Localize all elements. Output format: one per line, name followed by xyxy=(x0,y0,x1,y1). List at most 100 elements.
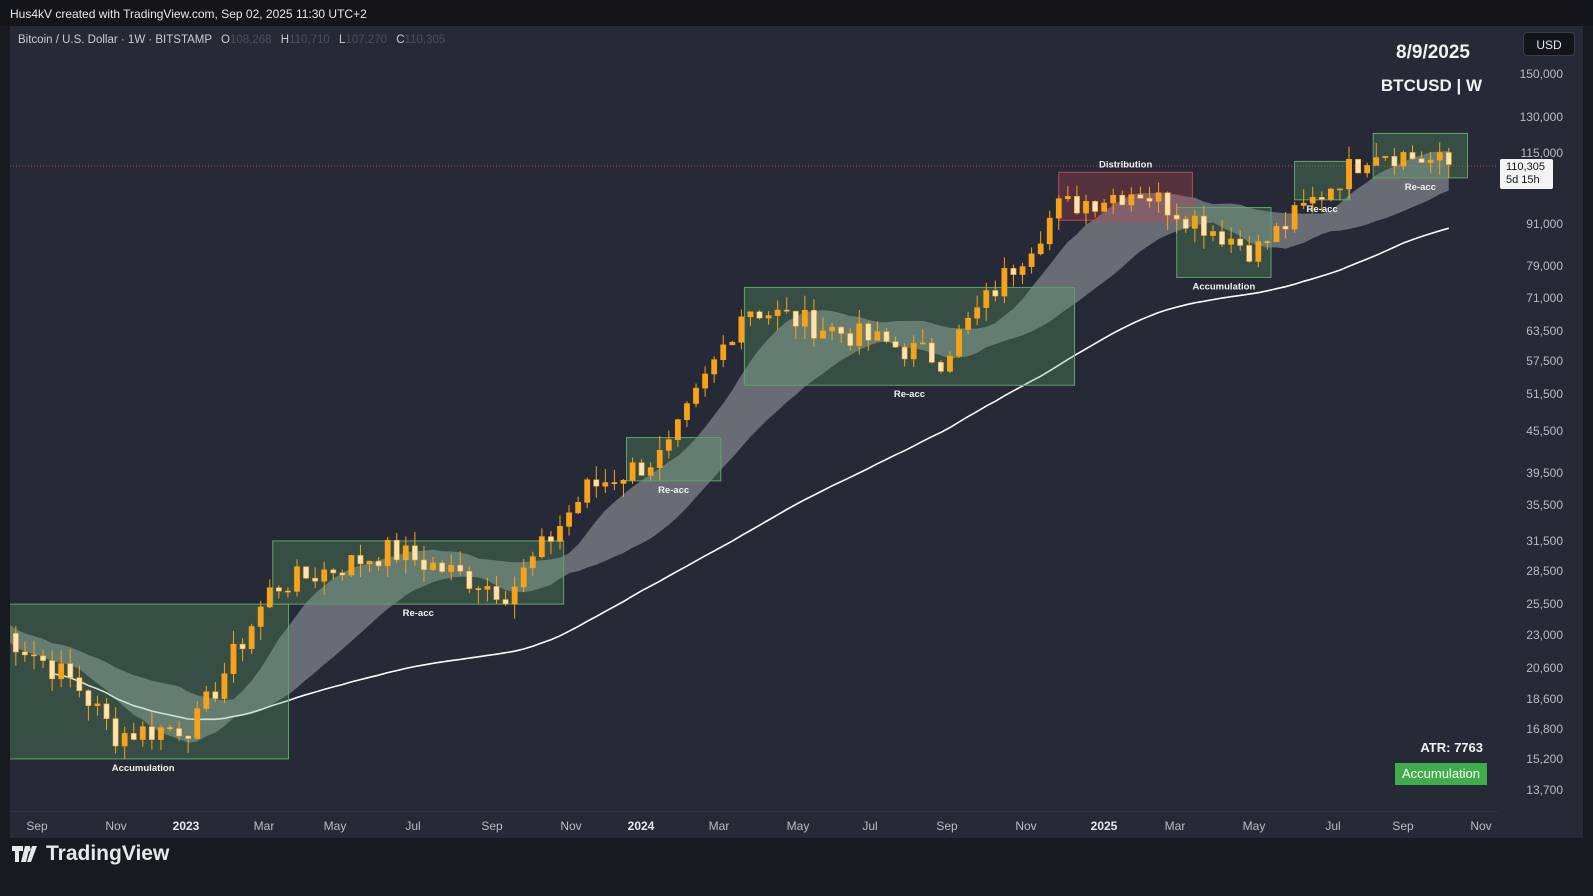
candle-body xyxy=(1391,156,1398,167)
candle-body xyxy=(375,560,382,567)
candle-body xyxy=(647,467,654,476)
candle-body xyxy=(357,555,364,565)
candle-body xyxy=(167,727,173,729)
chart-panel[interactable]: Accumulation Re-acc Re-acc Re-acc Distributi… xyxy=(10,26,1583,838)
candle-body xyxy=(865,323,872,341)
candle-body xyxy=(22,651,28,656)
candle-body xyxy=(575,502,582,514)
candle-body xyxy=(1309,196,1316,204)
candle-body xyxy=(1355,159,1361,174)
candle-body xyxy=(1318,196,1325,200)
symbol-legend[interactable]: Bitcoin / U.S. Dollar · 1W · BITSTAMP O1… xyxy=(18,34,445,46)
candle-body xyxy=(466,570,473,589)
symbol-name[interactable]: Bitcoin / U.S. Dollar · 1W · BITSTAMP xyxy=(18,34,212,46)
pair-annotation: BTCUSD | W xyxy=(1380,76,1482,95)
time-tick-label: 2023 xyxy=(172,819,200,833)
candle-body xyxy=(421,559,427,570)
price-tick-label: 20,600 xyxy=(1526,660,1563,675)
candle-body xyxy=(928,342,935,363)
range-zone xyxy=(743,286,1076,386)
brand-logo[interactable]: TradingView xyxy=(12,842,169,866)
candle-body xyxy=(402,545,409,561)
candle-body xyxy=(31,654,37,657)
candle-body xyxy=(1064,196,1071,200)
brand-name: TradingView xyxy=(46,842,170,865)
candle-body xyxy=(40,655,46,661)
candle-body xyxy=(856,323,863,346)
time-tick-label: Mar xyxy=(1164,819,1186,833)
candle-body xyxy=(874,331,881,341)
candle-body xyxy=(493,586,500,600)
candle-body xyxy=(974,307,981,319)
candle-body xyxy=(1092,201,1098,212)
candle-body xyxy=(774,309,781,316)
candle-body xyxy=(1128,194,1135,206)
candle-body xyxy=(620,479,627,484)
candle-body xyxy=(1237,238,1244,246)
candle-body xyxy=(1191,215,1198,229)
candle-body xyxy=(294,566,300,592)
candle-body xyxy=(1400,152,1407,167)
candle-body xyxy=(484,586,491,590)
candle-body xyxy=(811,309,817,339)
candle-body xyxy=(720,344,727,360)
candle-body xyxy=(248,626,255,650)
candle-body xyxy=(212,691,219,699)
candle-body xyxy=(1173,214,1180,220)
date-annotation: 8/9/2025 xyxy=(1396,42,1470,63)
candle-body xyxy=(1273,225,1280,243)
low-value: 107,270 xyxy=(345,34,387,46)
close-value: 110,305 xyxy=(404,34,446,46)
candle-body xyxy=(158,727,164,740)
zone-label: Re-acc xyxy=(403,608,434,619)
price-tick-label: 39,500 xyxy=(1526,466,1563,481)
candle-body xyxy=(1282,225,1289,230)
candle-body xyxy=(820,330,826,339)
time-tick-label: Sep xyxy=(1392,819,1414,833)
time-tick-label: 2025 xyxy=(1090,819,1118,833)
candle-body xyxy=(593,479,600,487)
candle-body xyxy=(602,482,609,487)
price-chart[interactable]: Accumulation Re-acc Re-acc Re-acc Distributi… xyxy=(10,26,1498,811)
tradingview-logo-icon xyxy=(12,846,37,863)
time-tick-label: Jul xyxy=(1325,819,1341,833)
candle-body xyxy=(130,733,137,740)
price-tick-label: 13,700 xyxy=(1526,783,1563,797)
candle-body xyxy=(947,355,953,372)
candle-body xyxy=(1110,194,1117,204)
time-axis[interactable]: Sep Nov 2023 Mar May Jul Sep Nov 2024 Mar May Jul Se… xyxy=(10,811,1498,839)
candle-body xyxy=(956,329,962,357)
candle-body xyxy=(1055,198,1062,219)
candle-body xyxy=(529,556,536,569)
candle-body xyxy=(965,317,972,330)
candle-body xyxy=(1164,192,1171,216)
candle-body xyxy=(1046,217,1053,245)
candle-body xyxy=(1418,158,1425,163)
top-credit-bar: Hus4kV created with TradingView.com, Sep… xyxy=(0,0,1593,26)
candle-body xyxy=(285,590,291,593)
range-zone xyxy=(272,540,565,605)
time-tick-label: Jul xyxy=(862,819,878,833)
candle-body xyxy=(1327,188,1334,200)
price-tick-label: 150,000 xyxy=(1519,67,1563,81)
candle-body xyxy=(411,545,418,561)
last-price-tag: 110,305 5d 15h xyxy=(1500,159,1553,189)
candle-body xyxy=(1019,266,1026,275)
candle-body xyxy=(457,564,464,572)
candle-body xyxy=(1436,152,1443,161)
candle-body xyxy=(76,677,83,691)
candle-body xyxy=(1246,245,1253,262)
currency-selector[interactable]: USD xyxy=(1523,32,1575,56)
time-tick-label: Nov xyxy=(105,819,127,833)
atr-readout: ATR: 7763 xyxy=(1420,740,1483,755)
candle-body xyxy=(729,341,736,346)
price-axis[interactable]: USD 150,000 130,000 115,000 91,000 79,000 71,… xyxy=(1498,26,1583,811)
candle-body xyxy=(783,309,790,312)
candle-body xyxy=(49,660,56,680)
time-tick-label: Mar xyxy=(253,819,275,833)
time-tick-label: Sep xyxy=(26,819,48,833)
candle-body xyxy=(520,567,527,588)
zone-label: Re-acc xyxy=(894,389,925,400)
candle-body xyxy=(829,326,835,332)
candle-body xyxy=(275,587,282,592)
